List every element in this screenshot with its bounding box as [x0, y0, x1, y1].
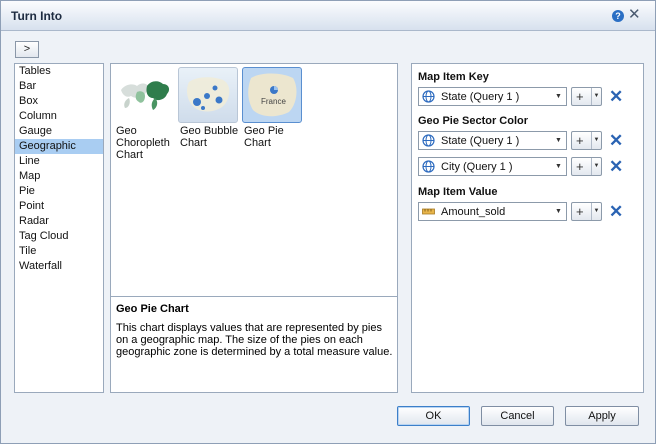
remove-icon[interactable]: ✕ — [609, 87, 623, 106]
bubble-map-icon — [178, 67, 238, 123]
chevron-down-icon[interactable]: ▼ — [551, 158, 566, 175]
chevron-down-icon[interactable]: ▼ — [591, 158, 601, 175]
apply-button[interactable]: Apply — [565, 406, 639, 426]
chart-type-item[interactable]: Box — [15, 94, 103, 109]
chart-type-item[interactable]: Line — [15, 154, 103, 169]
description-text: This chart displays values that are repr… — [116, 322, 393, 358]
remove-icon[interactable]: ✕ — [609, 131, 623, 150]
expand-button[interactable]: > — [15, 41, 39, 58]
chart-type-item[interactable]: Tag Cloud — [15, 229, 103, 244]
add-field-button[interactable]: + ▼ — [571, 131, 602, 150]
plus-icon: + — [576, 159, 584, 174]
globe-icon — [422, 90, 435, 103]
close-icon[interactable]: ✕ — [628, 7, 641, 23]
thumbnail-geo-bubble[interactable]: Geo Bubble Chart — [178, 67, 240, 149]
select-value: State (Query 1 ) — [441, 135, 520, 147]
description-divider — [111, 296, 397, 297]
chart-type-item-selected[interactable]: Geographic — [15, 139, 103, 154]
globe-icon — [422, 160, 435, 173]
chevron-down-icon[interactable]: ▼ — [551, 88, 566, 105]
turn-into-dialog: Turn Into ? ✕ > Tables Bar Box Column Ga… — [0, 0, 656, 444]
chart-type-item[interactable]: Radar — [15, 214, 103, 229]
plus-icon: + — [576, 133, 584, 148]
chart-type-item[interactable]: Gauge — [15, 124, 103, 139]
chevron-down-icon[interactable]: ▼ — [591, 88, 601, 105]
section-geo-pie-sector-color: Geo Pie Sector Color — [418, 115, 529, 127]
chevron-down-icon[interactable]: ▼ — [591, 132, 601, 149]
thumbnail-area: Geo Choropleth Chart Geo Bubble Chart Fr… — [111, 64, 397, 296]
chart-type-item[interactable]: Waterfall — [15, 259, 103, 274]
choropleth-map-icon — [114, 67, 174, 123]
chart-type-item[interactable]: Map — [15, 169, 103, 184]
chart-type-list: Tables Bar Box Column Gauge Geographic L… — [14, 63, 104, 393]
plus-icon: + — [576, 204, 584, 219]
ok-button[interactable]: OK — [397, 406, 470, 426]
add-field-button[interactable]: + ▼ — [571, 87, 602, 106]
section-map-item-value: Map Item Value — [418, 186, 498, 198]
thumbnail-geo-choropleth[interactable]: Geo Choropleth Chart — [114, 67, 176, 161]
description-title: Geo Pie Chart — [116, 303, 189, 315]
chart-type-item[interactable]: Tile — [15, 244, 103, 259]
chart-type-item[interactable]: Point — [15, 199, 103, 214]
select-value: City (Query 1 ) — [441, 161, 513, 173]
thumbnail-label: Geo Choropleth Chart — [116, 125, 170, 161]
select-value: State (Query 1 ) — [441, 91, 520, 103]
remove-icon[interactable]: ✕ — [609, 157, 623, 176]
chart-type-item[interactable]: Column — [15, 109, 103, 124]
pie-map-icon: France — [242, 67, 302, 123]
measure-ruler-icon — [422, 208, 435, 215]
thumbnail-geo-pie[interactable]: France Geo Pie Chart — [242, 67, 304, 149]
chevron-down-icon[interactable]: ▼ — [551, 132, 566, 149]
feeding-panel: Map Item Key State (Query 1 ) ▼ + ▼ ✕ Ge… — [411, 63, 644, 393]
map-country-label: France — [261, 97, 286, 106]
map-item-value-select[interactable]: Amount_sold ▼ — [418, 202, 567, 221]
plus-icon: + — [576, 89, 584, 104]
chart-type-item[interactable]: Tables — [15, 64, 103, 79]
remove-icon[interactable]: ✕ — [609, 202, 623, 221]
select-value: Amount_sold — [441, 206, 506, 218]
thumbnail-label: Geo Bubble Chart — [180, 125, 239, 149]
chevron-down-icon[interactable]: ▼ — [551, 203, 566, 220]
dialog-title: Turn Into — [11, 9, 63, 23]
sector-color-select-state[interactable]: State (Query 1 ) ▼ — [418, 131, 567, 150]
chart-gallery: Geo Choropleth Chart Geo Bubble Chart Fr… — [110, 63, 398, 393]
cancel-button[interactable]: Cancel — [481, 406, 554, 426]
help-icon[interactable]: ? — [612, 10, 624, 22]
sector-color-select-city[interactable]: City (Query 1 ) ▼ — [418, 157, 567, 176]
chart-type-item[interactable]: Pie — [15, 184, 103, 199]
section-map-item-key: Map Item Key — [418, 71, 489, 83]
add-field-button[interactable]: + ▼ — [571, 202, 602, 221]
title-bar[interactable]: Turn Into ? ✕ — [1, 1, 655, 31]
globe-icon — [422, 134, 435, 147]
thumbnail-label: Geo Pie Chart — [244, 125, 284, 149]
add-field-button[interactable]: + ▼ — [571, 157, 602, 176]
chevron-down-icon[interactable]: ▼ — [591, 203, 601, 220]
map-item-key-select[interactable]: State (Query 1 ) ▼ — [418, 87, 567, 106]
chart-type-item[interactable]: Bar — [15, 79, 103, 94]
